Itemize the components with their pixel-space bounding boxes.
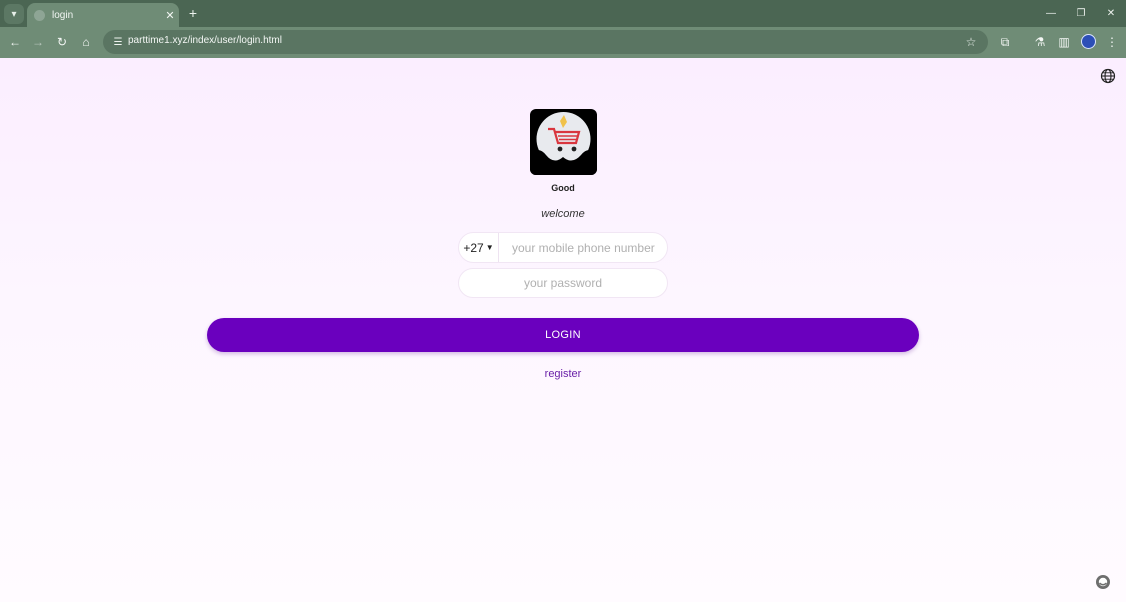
password-input[interactable]: [458, 268, 668, 298]
phone-input[interactable]: [499, 233, 667, 262]
browser-tab-bar: ▾ login ✕ + — ❐ ✕: [0, 0, 1126, 27]
login-button[interactable]: LOGIN: [207, 318, 919, 352]
labs-icon[interactable]: ⚗: [1030, 32, 1050, 52]
restore-icon[interactable]: ❐: [1066, 0, 1096, 27]
register-link[interactable]: register: [545, 368, 582, 380]
login-page: Good welcome +27 ▼ LOGIN register: [0, 58, 1126, 602]
new-tab-icon[interactable]: +: [185, 3, 201, 23]
tab-favicon-icon: [34, 9, 45, 21]
browser-tab[interactable]: login ✕: [27, 3, 179, 27]
extensions-icon[interactable]: ⧉: [995, 32, 1015, 52]
site-info-icon[interactable]: ☰: [109, 33, 127, 51]
brand-name: Good: [551, 183, 575, 193]
window-close-icon[interactable]: ✕: [1096, 0, 1126, 27]
minimize-icon[interactable]: —: [1036, 0, 1066, 27]
browser-menu-icon[interactable]: ⋮: [1102, 32, 1122, 52]
browser-toolbar: ← → ↻ ⌂ ☰ parttime1.xyz/index/user/login…: [0, 27, 1126, 58]
reload-icon[interactable]: ↻: [52, 32, 72, 52]
phone-field-group: +27 ▼: [458, 232, 668, 263]
chevron-down-icon: ▼: [485, 243, 494, 252]
cart-logo: [530, 109, 597, 175]
address-bar[interactable]: ☰ parttime1.xyz/index/user/login.html ☆: [103, 30, 988, 54]
globe-icon[interactable]: [1100, 68, 1116, 84]
register-row: register: [0, 368, 1126, 380]
forward-icon[interactable]: →: [28, 32, 48, 52]
country-code-select[interactable]: +27 ▼: [459, 233, 499, 262]
back-icon[interactable]: ←: [5, 32, 25, 52]
tab-close-icon[interactable]: ✕: [161, 9, 179, 22]
tab-title: login: [52, 9, 74, 21]
side-panel-icon[interactable]: ▥: [1054, 32, 1074, 52]
welcome-text: welcome: [541, 208, 585, 220]
support-icon[interactable]: [1095, 574, 1111, 590]
profile-avatar[interactable]: [1081, 34, 1096, 49]
home-icon[interactable]: ⌂: [76, 32, 96, 52]
url-text: parttime1.xyz/index/user/login.html: [128, 35, 282, 46]
country-code-value: +27: [463, 240, 484, 255]
tab-search-icon[interactable]: ▾: [4, 4, 24, 24]
bookmark-star-icon[interactable]: ☆: [962, 33, 980, 51]
